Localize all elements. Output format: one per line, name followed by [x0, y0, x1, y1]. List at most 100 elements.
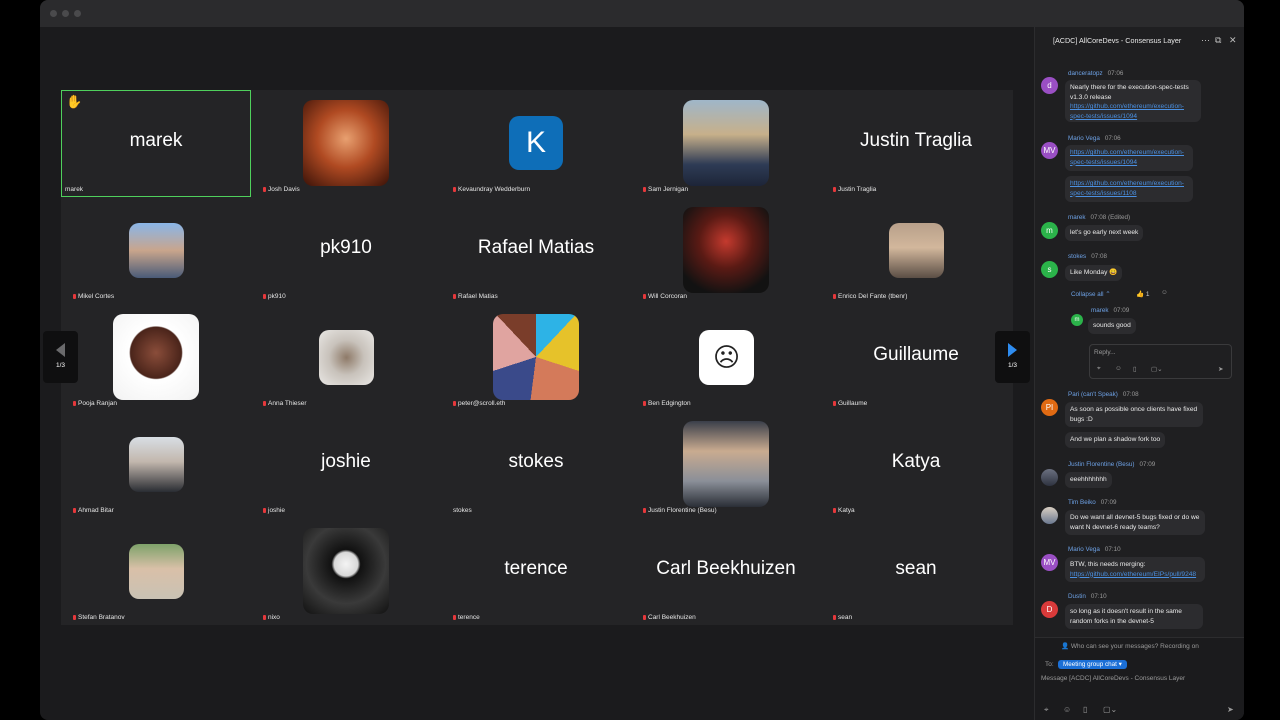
participant-tile[interactable]: Pooja Ranjan: [61, 304, 251, 411]
recipient-dropdown[interactable]: Meeting group chat ▾: [1058, 660, 1127, 669]
participant-name-display: Guillaume: [873, 344, 959, 365]
close-window-button[interactable]: [50, 10, 57, 17]
avatar: PI: [1041, 399, 1058, 416]
more-options-icon[interactable]: ⋯: [1201, 35, 1210, 46]
avatar: m: [1041, 222, 1058, 239]
minimize-window-button[interactable]: [62, 10, 69, 17]
participant-name-display: Rafael Matias: [477, 237, 595, 258]
mic-muted-icon: [643, 401, 646, 406]
message-link[interactable]: https://github.com/ethereum/EIPs/pull/92…: [1070, 571, 1196, 578]
participant-tile[interactable]: Justin Florentine (Besu): [631, 411, 821, 518]
participant-tile[interactable]: Justin Traglia Justin Traglia: [821, 90, 1011, 197]
pop-out-icon[interactable]: ⧉: [1215, 35, 1221, 46]
add-reaction-icon[interactable]: ☺: [1161, 289, 1168, 296]
mic-muted-icon: [453, 294, 456, 299]
mic-muted-icon: [73, 294, 76, 299]
chat-message: Nearly there for the execution-spec-test…: [1065, 80, 1201, 122]
participant-tile[interactable]: pk910 pk910: [251, 197, 441, 304]
participant-tile[interactable]: ✋ marek marek: [61, 90, 251, 197]
participant-photo: [319, 330, 374, 385]
more-icon[interactable]: ▢⌄: [1151, 365, 1163, 373]
participant-name-display: stokes: [508, 451, 564, 472]
participant-label: Pooja Ranjan: [73, 400, 117, 407]
message-link[interactable]: https://github.com/ethereum/execution-sp…: [1070, 149, 1184, 166]
mic-muted-icon: [453, 401, 456, 406]
participant-photo: [129, 437, 184, 492]
participant-label: joshie: [263, 507, 285, 514]
avatar: d: [1041, 77, 1058, 94]
file-icon[interactable]: ▯: [1133, 365, 1137, 373]
emoji-icon[interactable]: ☺: [1063, 705, 1071, 714]
participant-label: Guillaume: [833, 400, 867, 407]
privacy-notice[interactable]: 👤 Who can see your messages? Recording o…: [1061, 642, 1199, 650]
chat-message: Do we want all devnet-5 bugs fixed or do…: [1065, 510, 1205, 535]
participant-tile[interactable]: peter@scroll.eth: [441, 304, 631, 411]
mic-muted-icon: [263, 615, 266, 620]
mic-muted-icon: [643, 294, 646, 299]
message-author: Mario Vega 07:06: [1068, 135, 1121, 142]
participant-label: Sam Jernigan: [643, 186, 688, 193]
mic-muted-icon: [263, 508, 266, 513]
screenshot-icon[interactable]: ⌖: [1097, 365, 1101, 373]
participant-tile[interactable]: Stefan Bratanov: [61, 518, 251, 625]
message-author: marek 07:08 (Edited): [1068, 214, 1131, 221]
participant-tile[interactable]: Guillaume Guillaume: [821, 304, 1011, 411]
people-icon: 👤: [1061, 643, 1071, 650]
participant-label: Justin Traglia: [833, 186, 876, 193]
screenshot-icon[interactable]: ⌖: [1044, 705, 1049, 715]
message-input[interactable]: Message [ACDC] AllCoreDevs - Consensus L…: [1041, 675, 1185, 682]
more-icon[interactable]: ▢⌄: [1103, 705, 1117, 714]
avatar: [1041, 507, 1058, 524]
participant-name-display: Justin Traglia: [860, 130, 972, 151]
send-icon[interactable]: ➤: [1218, 365, 1223, 373]
reaction-thumbs-up[interactable]: 👍 1: [1136, 290, 1150, 298]
participant-tile[interactable]: Anna Thieser: [251, 304, 441, 411]
chat-message: As soon as possible once clients have fi…: [1065, 402, 1203, 427]
message-author: Justin Florentine (Besu) 07:09: [1068, 461, 1156, 468]
participant-tile[interactable]: Sam Jernigan: [631, 90, 821, 197]
participant-tile[interactable]: Carl Beekhuizen Carl Beekhuizen: [631, 518, 821, 625]
chat-message: https://github.com/ethereum/execution-sp…: [1065, 145, 1193, 171]
participant-tile[interactable]: Will Corcoran: [631, 197, 821, 304]
message-author: Pari (can't Speak) 07:08: [1068, 391, 1139, 398]
emoji-icon[interactable]: ☺: [1115, 365, 1122, 372]
title-bar: [40, 0, 1244, 27]
avatar: s: [1041, 261, 1058, 278]
participant-photo: [303, 100, 389, 186]
mic-muted-icon: [73, 615, 76, 620]
avatar: m: [1071, 314, 1083, 326]
avatar: MV: [1041, 142, 1058, 159]
participant-tile[interactable]: nixo: [251, 518, 441, 625]
message-author: stokes 07:08: [1068, 253, 1107, 260]
zoom-window-button[interactable]: [74, 10, 81, 17]
participant-name-display: Carl Beekhuizen: [656, 558, 796, 579]
participant-tile[interactable]: ☹ Ben Edgington: [631, 304, 821, 411]
participant-tile[interactable]: Josh Davis: [251, 90, 441, 197]
participant-tile[interactable]: stokes stokes: [441, 411, 631, 518]
participant-label: Kevaundray Wedderburn: [453, 186, 530, 193]
participant-label: Rafael Matias: [453, 293, 498, 300]
participant-tile[interactable]: Mikel Cortes: [61, 197, 251, 304]
chat-panel: [ACDC] AllCoreDevs - Consensus Layer ⋯ ⧉…: [1034, 27, 1244, 720]
message-author: Tim Beiko 07:09: [1068, 499, 1117, 506]
collapse-all-button[interactable]: Collapse all ⌃: [1071, 291, 1111, 298]
mic-muted-icon: [833, 187, 836, 192]
close-icon[interactable]: ✕: [1229, 35, 1237, 46]
send-icon[interactable]: ➤: [1227, 705, 1234, 714]
participant-tile[interactable]: K Kevaundray Wedderburn: [441, 90, 631, 197]
message-link[interactable]: https://github.com/ethereum/execution-sp…: [1070, 180, 1184, 197]
participant-tile[interactable]: sean sean: [821, 518, 1011, 625]
message-link[interactable]: https://github.com/ethereum/execution-sp…: [1070, 103, 1184, 120]
mic-muted-icon: [643, 615, 646, 620]
next-page-button[interactable]: 1/3: [995, 331, 1030, 383]
mic-muted-icon: [263, 187, 266, 192]
previous-page-button[interactable]: 1/3: [43, 331, 78, 383]
file-icon[interactable]: ▯: [1083, 705, 1087, 714]
participant-tile[interactable]: Ahmad Bitar: [61, 411, 251, 518]
participant-tile[interactable]: joshie joshie: [251, 411, 441, 518]
participant-tile[interactable]: Rafael Matias Rafael Matias: [441, 197, 631, 304]
reply-input[interactable]: Reply... ⌖ ☺ ▯ ▢⌄ ➤: [1089, 344, 1232, 379]
participant-tile[interactable]: Enrico Del Fante (tbenr): [821, 197, 1011, 304]
participant-tile[interactable]: terence terence: [441, 518, 631, 625]
participant-tile[interactable]: Katya Katya: [821, 411, 1011, 518]
